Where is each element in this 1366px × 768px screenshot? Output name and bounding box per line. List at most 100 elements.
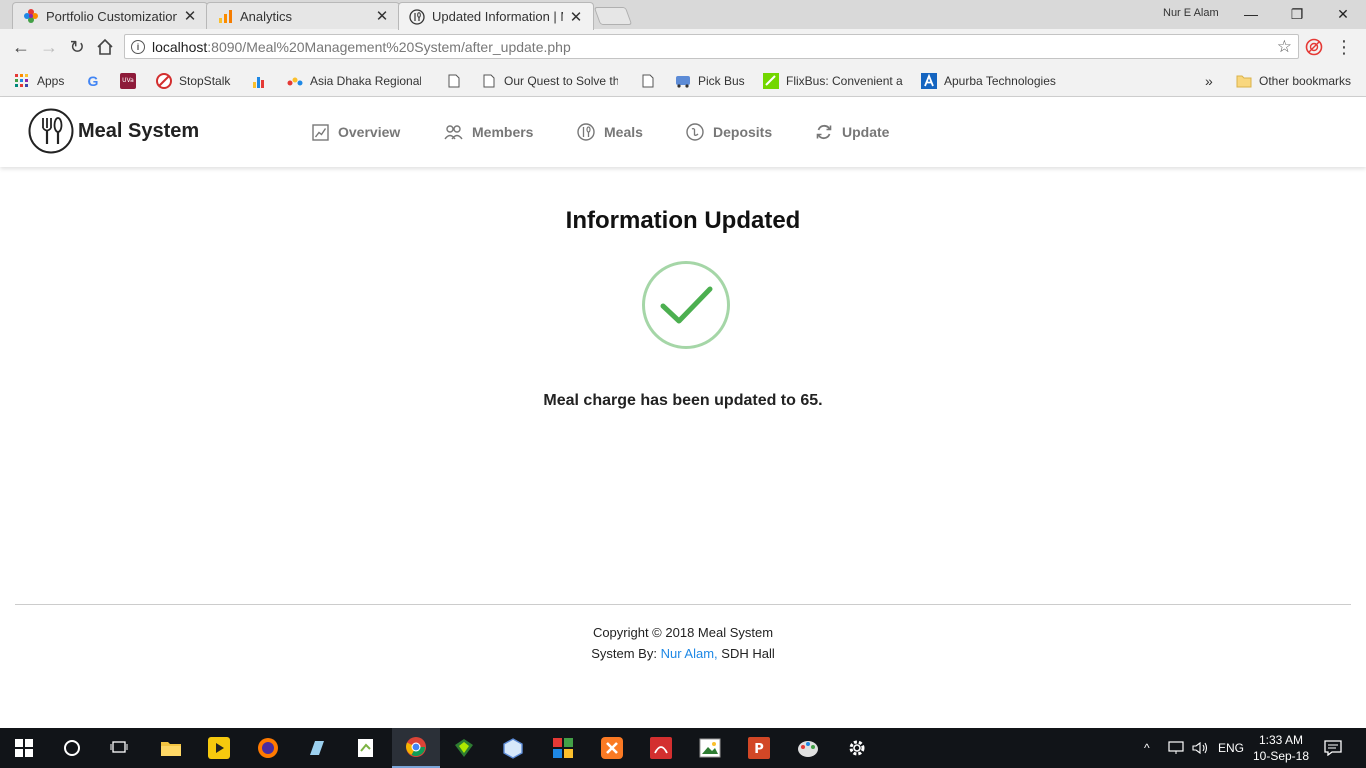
stopstalk-icon — [156, 73, 172, 89]
update-message: Meal charge has been updated to 65. — [543, 392, 823, 409]
page-icon — [481, 73, 497, 89]
chrome-icon[interactable] — [392, 728, 440, 768]
nav-meals[interactable]: Meals — [577, 121, 643, 143]
address-bar[interactable]: i localhost:8090/Meal%20Management%20Sys… — [124, 34, 1299, 59]
nav-label: Members — [472, 124, 534, 140]
restore-icon[interactable]: ❐ — [1274, 3, 1320, 25]
nav-update[interactable]: Update — [815, 121, 889, 143]
settings-gear-icon[interactable] — [833, 728, 881, 768]
bookmark-page[interactable] — [446, 72, 469, 90]
profile-name[interactable]: Nur E Alam — [1163, 7, 1219, 19]
nav-overview[interactable]: Overview — [312, 121, 400, 143]
menu-kebab-icon[interactable]: ⋮ — [1333, 36, 1355, 58]
minimize-icon[interactable]: — — [1228, 3, 1274, 25]
bookmark-label: Other bookmarks — [1259, 74, 1352, 88]
browser-toolbar: ← → ↻ i localhost:8090/Meal%20Management… — [0, 29, 1366, 65]
acm-icon — [287, 73, 303, 89]
task-view-icon[interactable] — [96, 728, 144, 768]
bookmark-label: Apurba Technologies — [944, 74, 1056, 88]
tab-title: Analytics — [240, 8, 293, 24]
paint-icon[interactable] — [784, 728, 832, 768]
bookmarks-overflow-button[interactable]: » — [1205, 72, 1213, 90]
clock-date: 10-Sep-18 — [1252, 749, 1310, 763]
bookmark-page[interactable] — [640, 72, 663, 90]
bookmark-flixbus[interactable]: FlixBus: Convenient a — [763, 72, 903, 90]
bookmark-label: StopStalk — [179, 74, 231, 88]
apps-grid-icon — [14, 73, 30, 89]
page-icon — [446, 73, 462, 89]
notepad-plus-icon[interactable] — [342, 728, 390, 768]
cortana-search-icon[interactable] — [48, 728, 96, 768]
nav-deposits[interactable]: Deposits — [686, 121, 772, 143]
bookmark-uva[interactable]: UVa — [120, 72, 143, 90]
extension-icon[interactable] — [1303, 36, 1325, 58]
footer-hall: SDH Hall — [721, 646, 775, 661]
folder-icon — [1236, 73, 1252, 89]
clock[interactable]: 1:33 AM 10-Sep-18 — [1246, 732, 1316, 764]
nav-label: Deposits — [713, 124, 773, 140]
bookmark-our-quest[interactable]: Our Quest to Solve th — [481, 72, 618, 90]
deposit-icon — [686, 123, 704, 141]
new-tab-button[interactable] — [593, 7, 633, 25]
chart-icon — [312, 123, 329, 141]
back-icon[interactable]: ← — [10, 36, 32, 58]
bookmark-stopstalk[interactable]: StopStalk — [156, 72, 246, 90]
powerpoint-icon[interactable]: P — [735, 728, 783, 768]
app-icon[interactable] — [539, 728, 587, 768]
tab-portfolio-customization[interactable]: Portfolio Customization · ✕ — [12, 2, 208, 29]
bookmark-star-icon[interactable]: ☆ — [1277, 37, 1292, 57]
app-icon[interactable] — [293, 728, 341, 768]
app-icon[interactable] — [440, 728, 488, 768]
bookmark-asia-dhaka[interactable]: Asia Dhaka Regional — [287, 72, 421, 90]
bookmark-analytics[interactable] — [251, 72, 274, 90]
url-host: localhost — [152, 38, 208, 55]
flixbus-icon — [763, 73, 779, 89]
volume-icon[interactable] — [1192, 728, 1210, 768]
footer-system-by: System By: — [591, 646, 657, 661]
network-icon[interactable] — [1167, 728, 1185, 768]
bookmark-label: Our Quest to Solve th — [504, 74, 618, 88]
acrobat-icon[interactable] — [637, 728, 685, 768]
media-player-icon[interactable] — [195, 728, 243, 768]
meal-icon — [577, 123, 595, 141]
bookmark-apps[interactable]: Apps — [14, 72, 64, 90]
file-explorer-icon[interactable] — [147, 728, 195, 768]
bookmark-label: Apps — [37, 74, 65, 88]
reload-icon[interactable]: ↻ — [66, 36, 88, 58]
apurba-icon — [921, 73, 937, 89]
tab-updated-information[interactable]: Updated Information | M· ✕ — [398, 2, 594, 30]
bookmark-apurba[interactable]: Apurba Technologies — [921, 72, 1059, 90]
nav-label: Meals — [604, 124, 643, 140]
home-icon[interactable] — [94, 36, 116, 58]
bookmark-label: Pick Bus — [698, 74, 745, 88]
forward-icon[interactable]: → — [38, 36, 60, 58]
google-icon: G — [87, 73, 99, 89]
svg-text:P: P — [754, 742, 764, 757]
tab-title: Updated Information | M· — [432, 9, 563, 24]
language-indicator[interactable]: ENG — [1218, 728, 1244, 768]
virtualbox-icon[interactable] — [489, 728, 537, 768]
bookmark-google[interactable]: G — [85, 72, 108, 90]
svg-text:UVa: UVa — [122, 77, 134, 84]
close-icon[interactable]: ✕ — [375, 7, 389, 25]
firefox-icon[interactable] — [244, 728, 292, 768]
brand[interactable]: Meal System — [28, 108, 199, 154]
analytics-icon — [251, 73, 267, 89]
tray-chevron-icon[interactable]: ^ — [1144, 728, 1150, 768]
bookmark-pick-bus[interactable]: Pick Bus — [675, 72, 745, 90]
tab-analytics[interactable]: Analytics ✕ — [206, 2, 400, 29]
author-link[interactable]: Nur Alam, — [661, 646, 718, 661]
other-bookmarks[interactable]: Other bookmarks — [1236, 72, 1351, 90]
action-center-icon[interactable] — [1324, 728, 1342, 768]
close-icon[interactable]: ✕ — [183, 7, 197, 25]
info-icon[interactable]: i — [131, 39, 145, 54]
photos-icon[interactable] — [686, 728, 734, 768]
close-icon[interactable]: ✕ — [569, 8, 583, 26]
xampp-icon[interactable] — [588, 728, 636, 768]
clock-time: 1:33 AM — [1258, 733, 1304, 747]
windows-start-icon[interactable] — [0, 728, 48, 768]
footer-copyright: Copyright © 2018 Meal System — [592, 625, 774, 640]
nav-members[interactable]: Members — [444, 121, 533, 143]
bus-icon — [675, 73, 691, 89]
window-close-icon[interactable]: ✕ — [1320, 3, 1366, 25]
